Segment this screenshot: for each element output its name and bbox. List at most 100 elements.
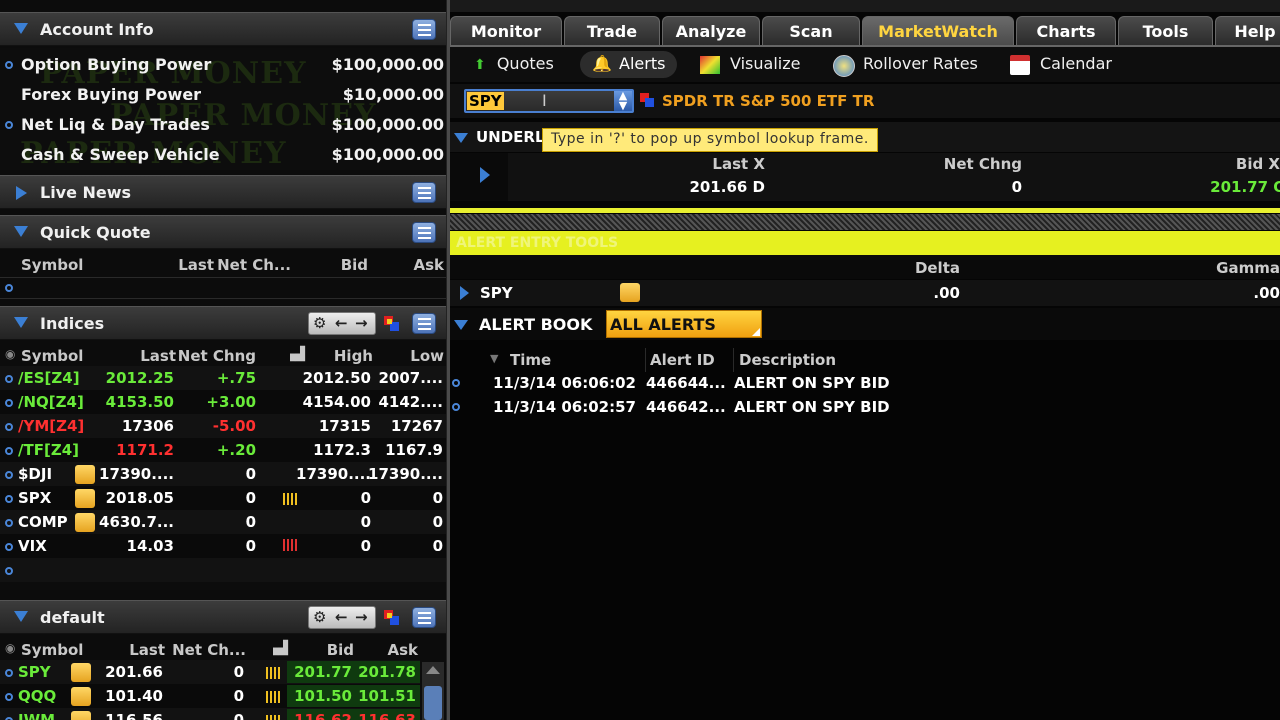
gadget-controls[interactable]: ⚙ ← → bbox=[308, 312, 376, 335]
quick-quote-empty-row[interactable] bbox=[0, 277, 446, 299]
alert-badge-icon[interactable] bbox=[75, 489, 95, 508]
link-color-icon[interactable] bbox=[384, 610, 400, 626]
watchlist-symbol[interactable]: SPY bbox=[18, 663, 51, 681]
row-dot-icon[interactable] bbox=[452, 403, 460, 411]
gadget-controls[interactable]: ⚙ ← → bbox=[308, 606, 376, 629]
row-dot-icon[interactable] bbox=[5, 447, 13, 455]
alert-row[interactable]: 11/3/14 06:02:57 446642... ALERT ON SPY BI… bbox=[450, 395, 1280, 419]
index-symbol[interactable]: /TF[Z4] bbox=[18, 441, 79, 459]
tab-analyze[interactable]: Analyze bbox=[662, 16, 760, 46]
index-symbol[interactable]: $DJI bbox=[18, 465, 52, 483]
watchlist-symbol[interactable]: QQQ bbox=[18, 687, 56, 705]
col-header[interactable]: Net Chng bbox=[944, 155, 1022, 173]
live-news-menu-icon[interactable] bbox=[412, 182, 436, 203]
row-dot-icon[interactable] bbox=[452, 379, 460, 387]
row-dot-icon[interactable] bbox=[5, 495, 13, 503]
gear-icon[interactable]: ⚙ bbox=[313, 608, 326, 626]
quick-quote-menu-icon[interactable] bbox=[412, 222, 436, 243]
alert-badge-icon[interactable] bbox=[75, 465, 95, 484]
row-dot-icon[interactable] bbox=[5, 543, 13, 551]
scroll-up-icon[interactable] bbox=[426, 666, 440, 674]
col-header[interactable]: Last X bbox=[712, 155, 765, 173]
tab-scan[interactable]: Scan bbox=[762, 16, 860, 46]
row-dot-icon[interactable] bbox=[5, 61, 13, 69]
col-header[interactable]: Last bbox=[178, 256, 214, 278]
row-dot-icon[interactable] bbox=[5, 519, 13, 527]
subtab-rollover-rates[interactable]: Rollover Rates bbox=[833, 50, 978, 78]
col-header[interactable]: Bid X bbox=[1236, 155, 1280, 173]
row-dot-icon[interactable] bbox=[5, 121, 13, 129]
index-row[interactable]: /ES[Z4] 2012.25 +.75 2012.50 2007.... bbox=[0, 366, 446, 390]
subtab-alerts[interactable]: 🔔 Alerts bbox=[580, 51, 678, 78]
subtab-visualize[interactable]: Visualize bbox=[700, 50, 800, 78]
alert-filter-dropdown[interactable]: ALL ALERTS bbox=[606, 310, 762, 338]
col-header[interactable]: Description bbox=[739, 351, 836, 369]
tab-marketwatch[interactable]: MarketWatch bbox=[862, 16, 1014, 46]
col-header[interactable]: Delta bbox=[915, 259, 960, 277]
index-row[interactable]: COMP 4630.7... 0 0 0 bbox=[0, 510, 446, 534]
index-symbol[interactable]: /YM[Z4] bbox=[18, 417, 84, 435]
arrow-left-icon[interactable]: ← bbox=[335, 314, 348, 332]
index-symbol[interactable]: /ES[Z4] bbox=[18, 369, 80, 387]
alert-entry-header[interactable]: ALERT ENTRY TOOLS bbox=[450, 231, 1280, 255]
index-row[interactable]: SPX 2018.05 0 0 0 bbox=[0, 486, 446, 510]
alert-badge-icon[interactable] bbox=[75, 513, 95, 532]
default-header[interactable]: default ⚙ ← → bbox=[0, 600, 446, 634]
tab-tools[interactable]: Tools bbox=[1118, 16, 1213, 46]
index-symbol[interactable]: VIX bbox=[18, 537, 47, 555]
index-row[interactable]: VIX 14.03 0 0 0 bbox=[0, 534, 446, 558]
alert-badge-icon[interactable] bbox=[71, 711, 91, 720]
alert-badge-icon[interactable] bbox=[71, 663, 91, 682]
col-header[interactable]: Alert ID bbox=[650, 351, 715, 369]
collapse-triangle-icon[interactable] bbox=[14, 611, 28, 622]
tab-charts[interactable]: Charts bbox=[1016, 16, 1116, 46]
index-symbol[interactable]: COMP bbox=[18, 513, 68, 531]
index-row[interactable]: $DJI 17390.... 0 17390.... 17390.... bbox=[0, 462, 446, 486]
sort-desc-icon[interactable]: ▼ bbox=[490, 352, 498, 365]
expand-triangle-icon[interactable] bbox=[16, 186, 27, 200]
col-header[interactable]: Symbol bbox=[21, 256, 83, 278]
col-header[interactable]: Time bbox=[510, 351, 551, 369]
link-color-icon[interactable] bbox=[384, 316, 400, 332]
arrow-left-icon[interactable]: ← bbox=[335, 608, 348, 626]
alert-entry-row[interactable]: SPY .00 .00 bbox=[450, 280, 1280, 306]
index-row[interactable]: /TF[Z4] 1171.2 +.20 1172.3 1167.9 bbox=[0, 438, 446, 462]
row-dot-icon[interactable] bbox=[5, 375, 13, 383]
subtab-calendar[interactable]: Calendar bbox=[1010, 50, 1112, 78]
symbol-dropdown-icon[interactable]: ▲ ▼ bbox=[614, 90, 632, 111]
watchlist-row[interactable]: IWM 116.56 0 116.62 116.63 bbox=[0, 708, 420, 720]
watchlist-row[interactable]: SPY 201.66 0 201.77 201.78 bbox=[0, 660, 420, 684]
default-menu-icon[interactable] bbox=[412, 607, 436, 628]
row-dot-icon[interactable] bbox=[5, 284, 13, 292]
row-dot-icon[interactable] bbox=[5, 567, 13, 575]
link-color-icon[interactable] bbox=[640, 93, 654, 107]
watchlist-row[interactable]: QQQ 101.40 0 101.50 101.51 bbox=[0, 684, 420, 708]
col-header[interactable]: Ask bbox=[413, 256, 444, 278]
row-dot-icon[interactable] bbox=[5, 669, 13, 677]
arrow-right-icon[interactable]: → bbox=[355, 608, 368, 626]
index-empty-row[interactable] bbox=[0, 558, 446, 582]
collapse-triangle-icon[interactable] bbox=[454, 133, 468, 143]
quick-quote-header[interactable]: Quick Quote bbox=[0, 215, 446, 249]
expand-triangle-icon[interactable] bbox=[480, 167, 490, 183]
subtab-quotes[interactable]: ⬆ Quotes bbox=[474, 50, 554, 78]
arrow-right-icon[interactable]: → bbox=[355, 314, 368, 332]
index-symbol[interactable]: /NQ[Z4] bbox=[18, 393, 84, 411]
col-header[interactable]: Gamma bbox=[1216, 259, 1280, 277]
alert-row[interactable]: 11/3/14 06:06:02 446644... ALERT ON SPY BI… bbox=[450, 371, 1280, 395]
indices-header[interactable]: Indices ⚙ ← → bbox=[0, 306, 446, 340]
alert-badge-icon[interactable] bbox=[71, 687, 91, 706]
tab-monitor[interactable]: Monitor bbox=[450, 16, 562, 46]
collapse-triangle-icon[interactable] bbox=[14, 23, 28, 34]
col-header[interactable]: Bid bbox=[341, 256, 368, 278]
row-dot-icon[interactable] bbox=[5, 423, 13, 431]
row-dot-icon[interactable] bbox=[5, 399, 13, 407]
resize-handle[interactable] bbox=[450, 214, 1280, 230]
alert-book-header[interactable]: ALERT BOOK ALL ALERTS bbox=[450, 308, 1280, 340]
gear-icon[interactable]: ⚙ bbox=[313, 314, 326, 332]
alert-badge-icon[interactable] bbox=[620, 283, 640, 302]
tab-help[interactable]: Help bbox=[1215, 16, 1280, 46]
collapse-triangle-icon[interactable] bbox=[14, 317, 28, 328]
index-symbol[interactable]: SPX bbox=[18, 489, 51, 507]
live-news-header[interactable]: Live News bbox=[0, 175, 446, 209]
